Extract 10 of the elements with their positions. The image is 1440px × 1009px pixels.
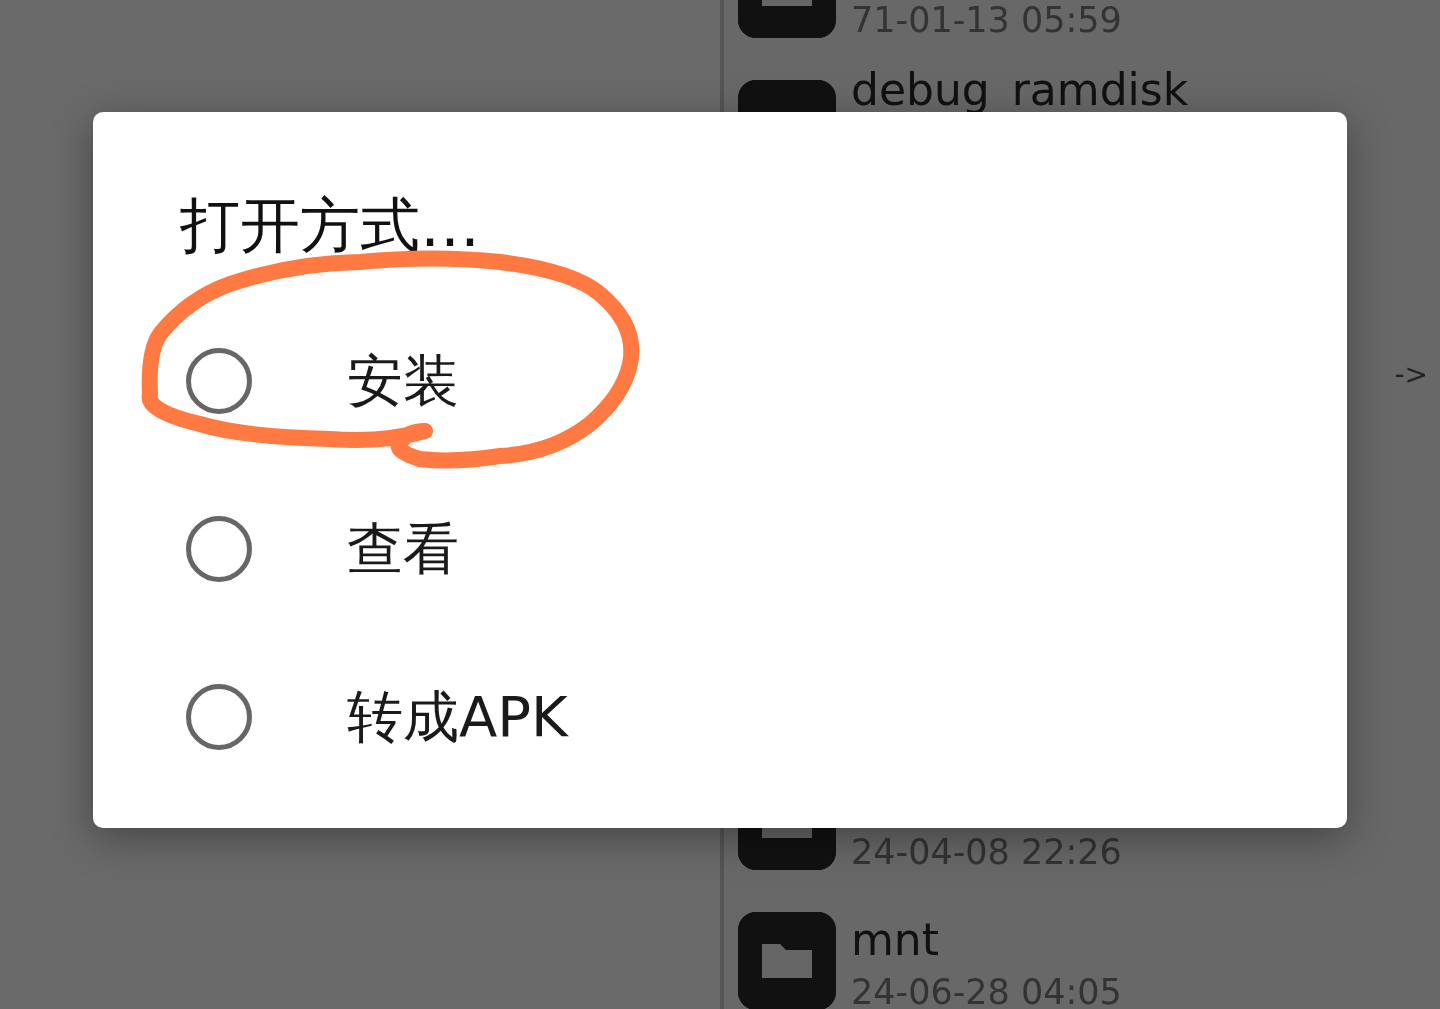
option-label[interactable]: 转成APK <box>347 685 568 749</box>
radio-button[interactable] <box>186 516 252 582</box>
option-label[interactable]: 安装 <box>347 349 459 413</box>
dialog-title: 打开方式… <box>180 192 480 258</box>
option-label[interactable]: 查看 <box>347 517 459 581</box>
file-name: mnt <box>851 914 939 966</box>
radio-button[interactable] <box>186 348 252 414</box>
file-name: debug_ramdisk <box>851 64 1189 116</box>
link-arrow: -> <box>1394 358 1428 391</box>
radio-button[interactable] <box>186 684 252 750</box>
